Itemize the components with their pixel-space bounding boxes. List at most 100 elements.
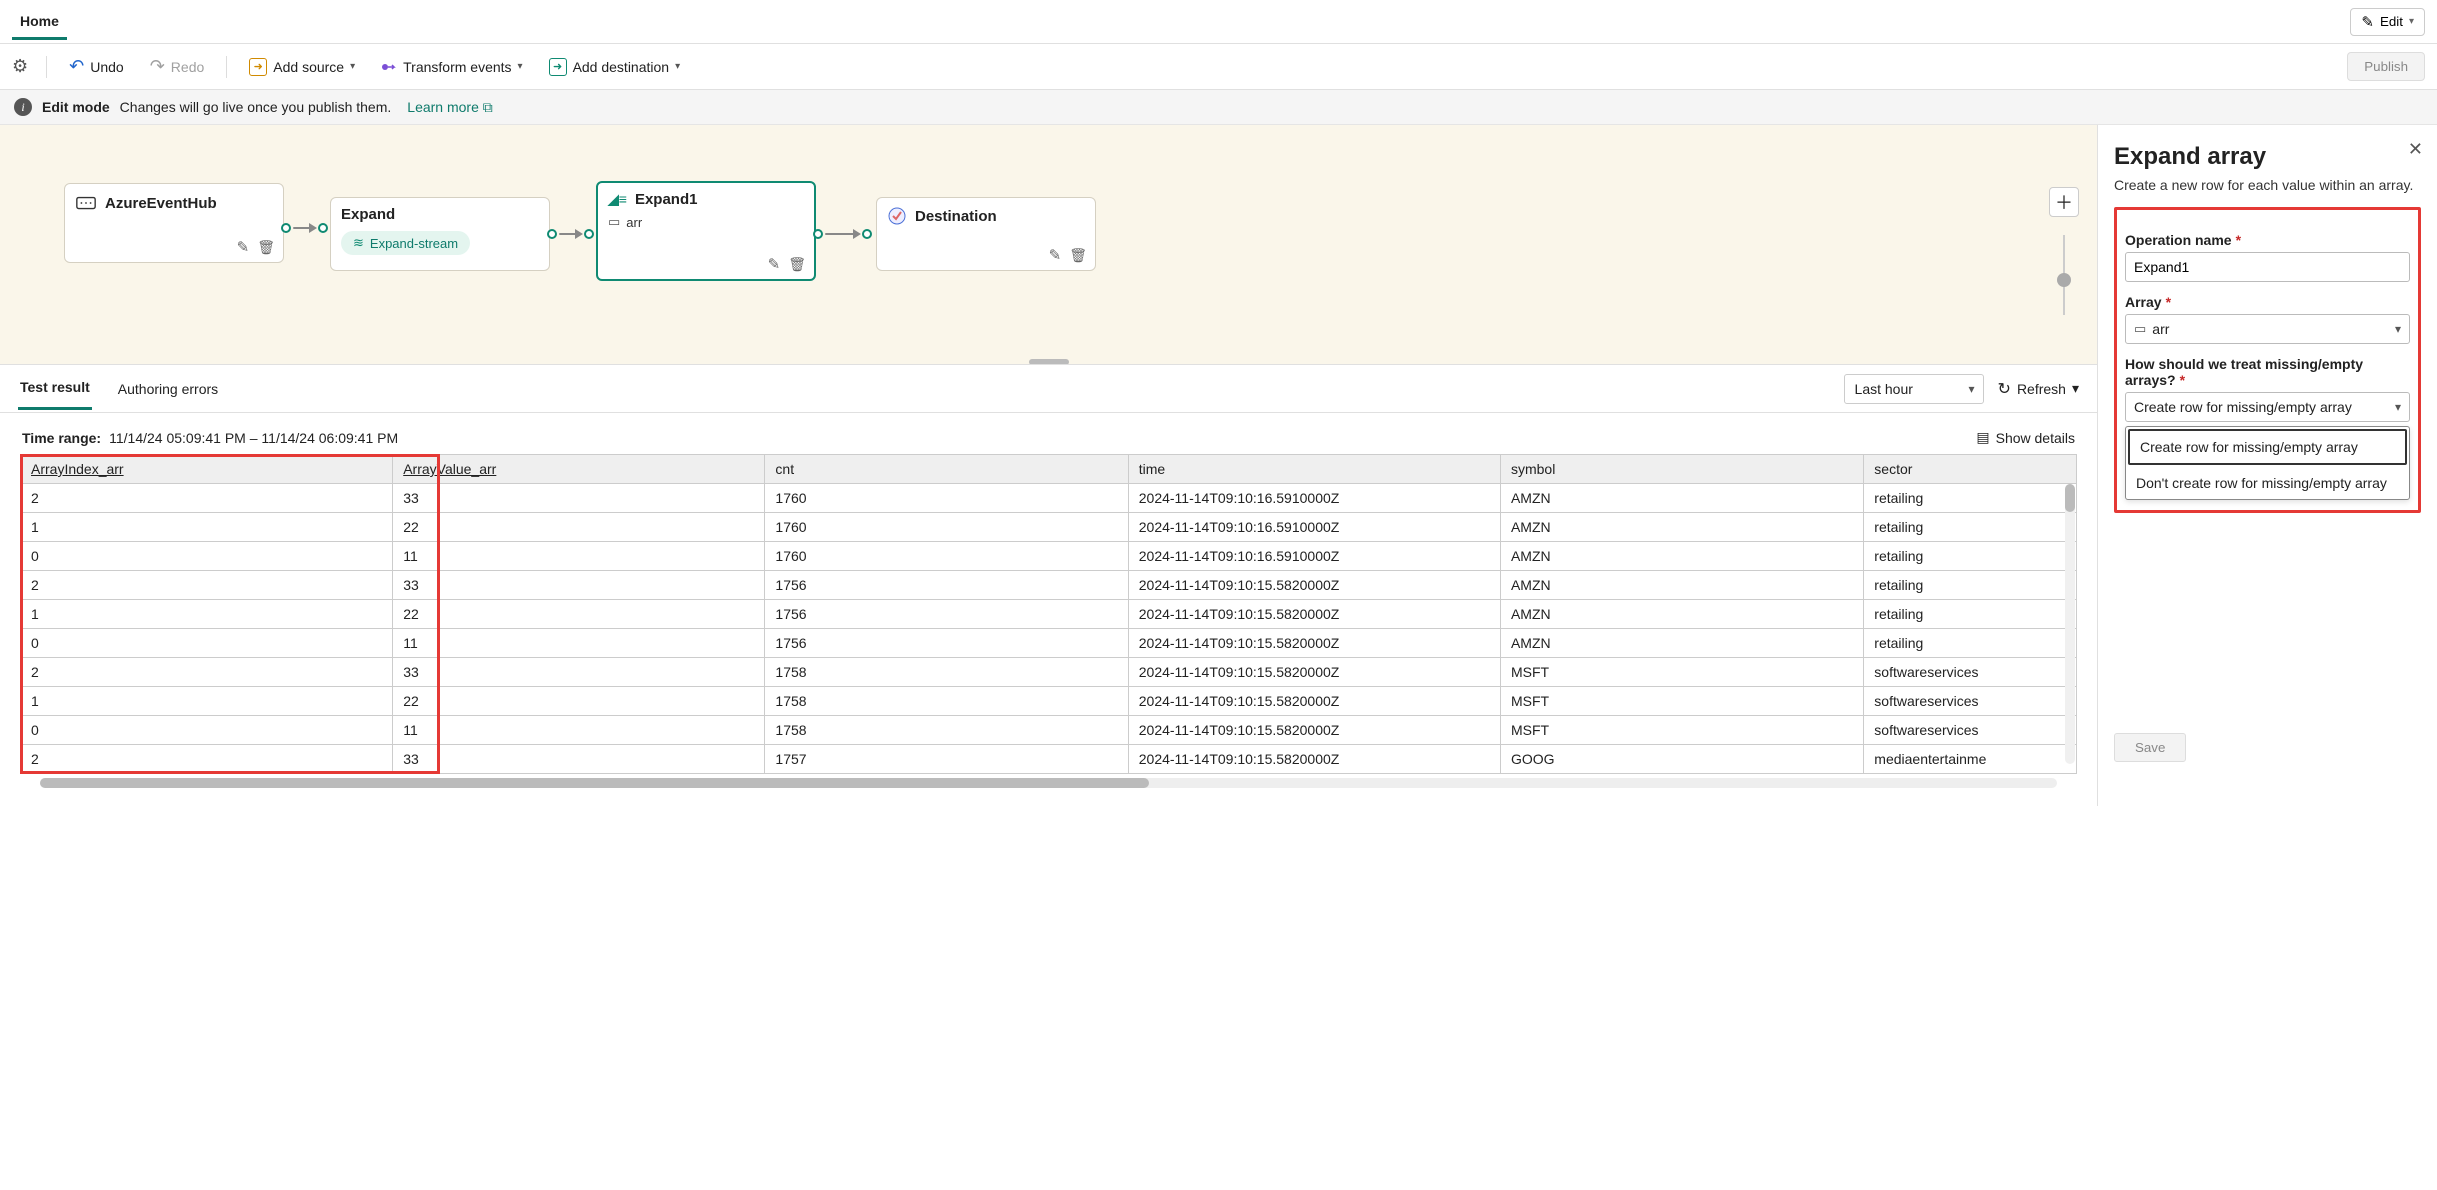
chevron-down-icon: ▾ <box>518 61 523 72</box>
pipeline-canvas[interactable]: AzureEventHub Expand Expand-stream <box>0 125 2097 365</box>
node-source[interactable]: AzureEventHub <box>64 183 284 263</box>
table-row[interactable]: 01117582024-11-14T09:10:15.5820000ZMSFTs… <box>21 716 2077 745</box>
arrow-icon <box>853 229 861 239</box>
horizontal-scrollbar-thumb[interactable] <box>40 778 1149 788</box>
zoom-slider-thumb[interactable] <box>2057 273 2071 287</box>
label-text: How should we treat missing/empty arrays… <box>2125 356 2363 388</box>
vertical-scrollbar-thumb[interactable] <box>2065 484 2075 512</box>
save-button[interactable]: Save <box>2114 733 2186 762</box>
edit-node-icon[interactable] <box>768 255 781 273</box>
panel-resize-handle[interactable] <box>1029 359 1069 365</box>
missing-select[interactable]: Create row for missing/empty array <box>2125 392 2410 422</box>
table-cell: 2024-11-14T09:10:16.5910000Z <box>1128 513 1500 542</box>
node-destination[interactable]: Destination <box>876 197 1096 271</box>
node-expand1[interactable]: ◢≡ Expand1 arr <box>596 181 816 281</box>
column-header[interactable]: symbol <box>1500 455 1863 484</box>
panel-title: Expand array <box>2114 143 2421 171</box>
column-header[interactable]: time <box>1128 455 1500 484</box>
chevron-down-icon: ▾ <box>2409 16 2414 27</box>
table-row[interactable]: 01117602024-11-14T09:10:16.5910000ZAMZNr… <box>21 542 2077 571</box>
details-icon <box>1976 429 1989 446</box>
table-cell: MSFT <box>1500 687 1863 716</box>
table-row[interactable]: 12217562024-11-14T09:10:15.5820000ZAMZNr… <box>21 600 2077 629</box>
table-row[interactable]: 23317562024-11-14T09:10:15.5820000ZAMZNr… <box>21 571 2077 600</box>
add-node-button[interactable]: ＋ <box>2049 187 2079 217</box>
missing-label: How should we treat missing/empty arrays… <box>2125 356 2410 388</box>
node-sub-label: arr <box>626 215 642 230</box>
edit-node-icon[interactable] <box>1049 246 1062 264</box>
column-header[interactable]: sector <box>1864 455 2077 484</box>
table-row[interactable]: 23317602024-11-14T09:10:16.5910000ZAMZNr… <box>21 484 2077 513</box>
transform-icon <box>381 59 397 75</box>
transform-events-button[interactable]: Transform events ▾ <box>377 55 526 79</box>
table-row[interactable]: 01117562024-11-14T09:10:15.5820000ZAMZNr… <box>21 629 2077 658</box>
close-panel-button[interactable]: ✕ <box>2408 139 2423 160</box>
array-select[interactable]: arr <box>2125 314 2410 344</box>
dropdown-option[interactable]: Create row for missing/empty array <box>2128 429 2407 465</box>
table-cell: softwareservices <box>1864 687 2077 716</box>
table-cell: 11 <box>393 629 765 658</box>
column-header[interactable]: ArrayIndex_arr <box>21 455 393 484</box>
port-out[interactable] <box>281 223 291 233</box>
port-in[interactable] <box>318 223 328 233</box>
column-header[interactable]: ArrayValue_arr <box>393 455 765 484</box>
timerange-dropdown[interactable]: Last hour <box>1844 374 1984 404</box>
table-row[interactable]: 12217602024-11-14T09:10:16.5910000ZAMZNr… <box>21 513 2077 542</box>
port-in[interactable] <box>862 229 872 239</box>
eventhub-icon <box>75 192 97 214</box>
learn-more-link[interactable]: Learn more ⧉ <box>407 99 492 116</box>
table-cell: 2 <box>21 745 393 774</box>
operation-name-input[interactable] <box>2125 252 2410 282</box>
refresh-button[interactable]: Refresh ▾ <box>1998 379 2079 399</box>
horizontal-scrollbar[interactable] <box>40 778 2057 788</box>
port-out[interactable] <box>813 229 823 239</box>
table-cell: 1 <box>21 513 393 542</box>
table-cell: 22 <box>393 687 765 716</box>
table-cell: AMZN <box>1500 571 1863 600</box>
results-grid-wrap: ArrayIndex_arrArrayValue_arrcnttimesymbo… <box>20 454 2077 774</box>
table-cell: 1760 <box>765 484 1128 513</box>
table-row[interactable]: 12217582024-11-14T09:10:15.5820000ZMSFTs… <box>21 687 2077 716</box>
column-header[interactable]: cnt <box>765 455 1128 484</box>
settings-gear-icon[interactable] <box>12 56 28 77</box>
time-range-label: Time range: <box>22 430 101 446</box>
external-link-icon: ⧉ <box>483 99 493 115</box>
port-out[interactable] <box>547 229 557 239</box>
table-row[interactable]: 23317582024-11-14T09:10:15.5820000ZMSFTs… <box>21 658 2077 687</box>
redo-icon <box>150 56 165 77</box>
show-details-link[interactable]: Show details <box>1976 429 2075 446</box>
edit-node-icon[interactable] <box>237 238 250 256</box>
dropdown-option[interactable]: Don't create row for missing/empty array <box>2126 467 2409 499</box>
redo-button[interactable]: Redo <box>146 52 209 81</box>
results-grid[interactable]: ArrayIndex_arrArrayValue_arrcnttimesymbo… <box>20 454 2077 774</box>
dropdown-value: Last hour <box>1855 381 1913 397</box>
delete-node-icon[interactable] <box>257 238 275 256</box>
add-source-icon <box>249 58 267 76</box>
table-cell: 1760 <box>765 513 1128 542</box>
table-cell: 1756 <box>765 571 1128 600</box>
table-cell: 1760 <box>765 542 1128 571</box>
table-cell: 1 <box>21 687 393 716</box>
table-row[interactable]: 23317572024-11-14T09:10:15.5820000ZGOOGm… <box>21 745 2077 774</box>
tab-test-result[interactable]: Test result <box>18 367 92 410</box>
node-expand[interactable]: Expand Expand-stream <box>330 197 550 271</box>
publish-button[interactable]: Publish <box>2347 52 2425 81</box>
chevron-down-icon: ▾ <box>675 61 680 72</box>
add-source-button[interactable]: Add source ▾ <box>245 54 359 80</box>
edit-button[interactable]: Edit ▾ <box>2350 8 2425 36</box>
chevron-down-icon: ▾ <box>2072 380 2079 397</box>
stream-icon <box>353 235 364 251</box>
vertical-scrollbar[interactable] <box>2065 484 2075 764</box>
table-cell: retailing <box>1864 542 2077 571</box>
tab-authoring-errors[interactable]: Authoring errors <box>116 369 220 409</box>
port-in[interactable] <box>584 229 594 239</box>
undo-button[interactable]: Undo <box>65 52 128 81</box>
add-destination-button[interactable]: Add destination ▾ <box>545 54 685 80</box>
delete-node-icon[interactable] <box>788 255 806 273</box>
expand-icon: ◢≡ <box>608 191 627 208</box>
time-range-row: Time range: 11/14/24 05:09:41 PM – 11/14… <box>0 413 2097 454</box>
delete-node-icon[interactable] <box>1069 246 1087 264</box>
tab-home[interactable]: Home <box>12 3 67 40</box>
node-chip[interactable]: Expand-stream <box>341 231 470 255</box>
cmd-label: Add destination <box>573 59 670 75</box>
